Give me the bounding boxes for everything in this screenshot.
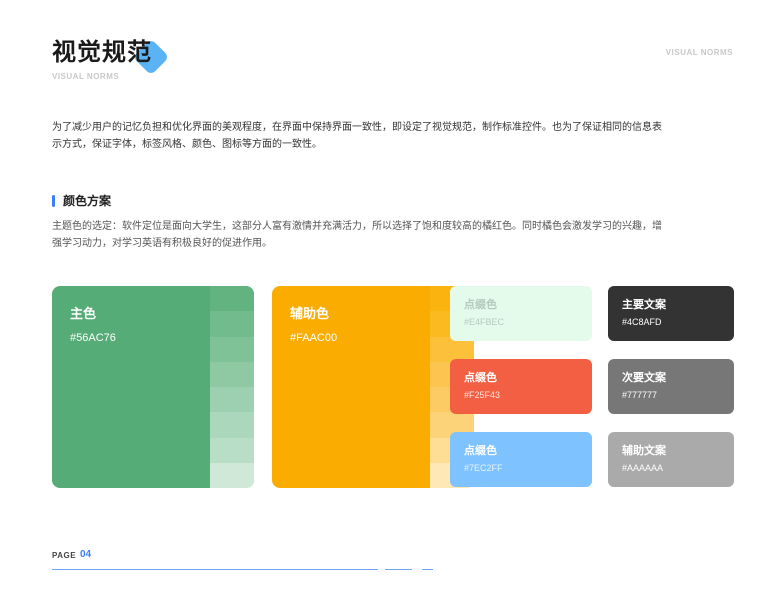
accent-color-name: 点缀色	[464, 444, 497, 457]
text-color-name: 主要文案	[622, 298, 666, 311]
primary-shade-2	[210, 311, 254, 337]
section-accent-bar	[52, 194, 55, 207]
primary-shade-6	[210, 412, 254, 438]
page-label: PAGE	[52, 551, 77, 560]
accent-color-name: 点缀色	[464, 298, 497, 311]
text-color-card-primary: 主要文案 #4C8AFD	[608, 286, 734, 341]
accent-color-card-blue: 点缀色 #7EC2FF	[450, 432, 592, 487]
footer-divider-segment	[385, 569, 412, 570]
secondary-color-name: 辅助色	[290, 307, 330, 322]
accent-color-hex: #F25F43	[464, 390, 501, 400]
page-title: 视觉规范	[52, 38, 152, 66]
page-number: 04	[80, 549, 92, 560]
primary-shade-7	[210, 437, 254, 463]
text-color-hex: #777777	[622, 390, 658, 400]
text-color-hex: #4C8AFD	[622, 317, 662, 327]
text-color-hex: #AAAAAA	[622, 463, 664, 473]
accent-color-card-red: 点缀色 #F25F43	[450, 359, 592, 414]
text-color-name: 次要文案	[622, 371, 666, 384]
section-description: 主题色的选定：软件定位是面向大学生，这部分人富有激情并充满活力，所以选择了饱和度…	[52, 221, 662, 249]
text-color-card-auxiliary: 辅助文案 #AAAAAA	[608, 432, 734, 487]
primary-color-name: 主色	[70, 307, 97, 322]
footer-divider-main	[52, 569, 378, 570]
section-title: 颜色方案	[63, 194, 112, 208]
primary-shade-4	[210, 361, 254, 387]
accent-color-hex: #7EC2FF	[464, 463, 503, 473]
accent-color-name: 点缀色	[464, 371, 497, 384]
secondary-color-swatch: 辅助色 #FAAC00	[272, 286, 430, 488]
primary-color-hex: #56AC76	[70, 332, 116, 344]
primary-color-card: 主色 #56AC76	[52, 286, 254, 488]
primary-shade-8	[210, 462, 254, 488]
primary-shade-1	[210, 286, 254, 312]
text-color-card-secondary: 次要文案 #777777	[608, 359, 734, 414]
text-color-name: 辅助文案	[622, 444, 666, 457]
primary-shade-strip	[210, 286, 254, 488]
page-subtitle-en: VISUAL NORMS	[52, 72, 120, 81]
section-heading: 颜色方案	[52, 192, 111, 209]
intro-paragraph: 为了减少用户的记忆负担和优化界面的美观程度，在界面中保持界面一致性，即设定了视觉…	[52, 122, 662, 150]
primary-shade-3	[210, 336, 254, 362]
primary-color-swatch: 主色 #56AC76	[52, 286, 210, 488]
accent-color-hex: #E4FBEC	[464, 317, 505, 327]
accent-color-card-mint: 点缀色 #E4FBEC	[450, 286, 592, 341]
secondary-color-card: 辅助色 #FAAC00	[272, 286, 474, 488]
corner-label-en: VISUAL NORMS	[665, 48, 733, 57]
primary-shade-5	[210, 387, 254, 413]
footer-divider-segment	[422, 569, 433, 570]
secondary-color-hex: #FAAC00	[290, 332, 338, 344]
title-block: 视觉规范	[52, 36, 170, 76]
